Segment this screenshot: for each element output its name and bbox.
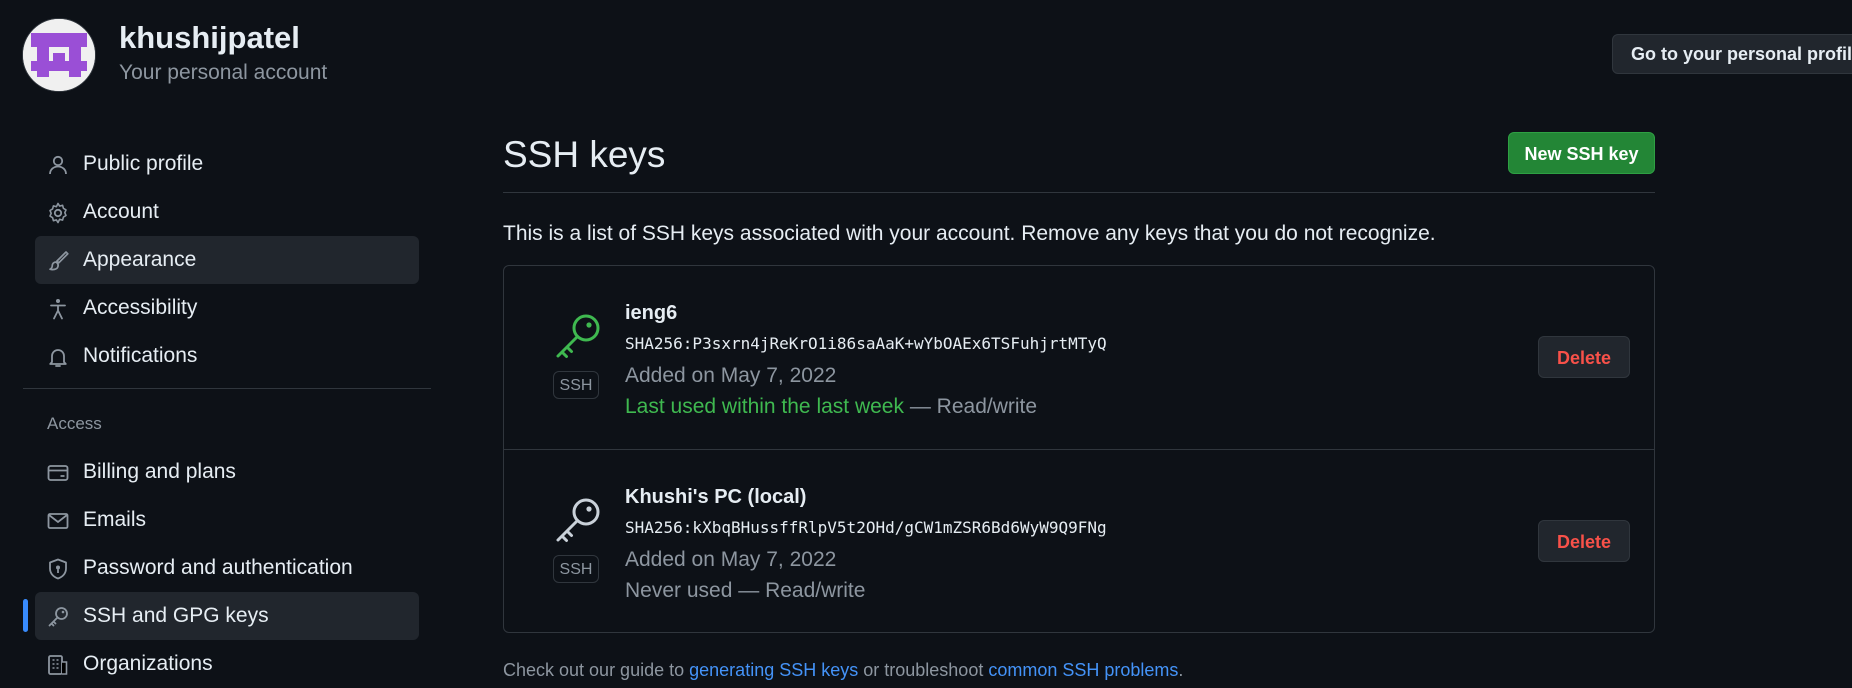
footer-prefix: Check out our guide to [503,660,685,680]
account-subtitle: Your personal account [119,61,328,84]
key-usage: Last used within the last week — Read/wr… [625,395,1037,419]
key-icon [556,498,600,542]
avatar[interactable] [22,18,96,92]
bell-icon [49,349,67,367]
key-title: Khushi's PC (local) [625,486,807,508]
key-access: — Read/write [909,395,1038,418]
sidebar-item-label: Password and authentication [83,556,353,579]
key-fingerprint: SHA256:P3sxrn4jReKrO1i86saAaK+wYbOAEx6TS… [625,334,1107,353]
new-ssh-key-button[interactable]: New SSH key [1508,132,1655,174]
key-added-date: Added on May 7, 2022 [625,548,837,571]
common-ssh-problems-link[interactable]: common SSH problems [988,660,1178,680]
sidebar-item-label: Account [83,200,159,223]
footer-suffix: . [1178,660,1184,680]
account-username[interactable]: khushijpatel [119,20,300,56]
gear-icon [49,202,67,224]
sidebar-item-billing[interactable]: Billing and plans [35,448,419,496]
key-access: — Read/write [738,579,866,602]
key-last-used: Last used within the last week [625,395,904,418]
sidebar-item-label: Notifications [83,344,198,367]
help-footer: Check out our guide to generating SSH ke… [503,660,1183,681]
sidebar-item-label: SSH and GPG keys [83,604,269,627]
sidebar-item-emails[interactable]: Emails [35,496,419,544]
sidebar-item-label: Emails [83,508,147,531]
sidebar-item-appearance[interactable]: Appearance [35,236,419,284]
sidebar-item-accessibility[interactable]: Accessibility [35,284,419,332]
avatar-identicon [23,19,95,91]
sidebar-item-label: Organizations [83,652,213,675]
sidebar-item-notifications[interactable]: Notifications [35,332,419,380]
ssh-key-row: SSH ieng6 SHA256:P3sxrn4jReKrO1i86saAaK+… [504,266,1654,449]
shield-lock-icon [49,558,67,580]
key-added-date: Added on May 7, 2022 [625,364,837,387]
footer-middle: or troubleshoot [863,660,984,680]
intro-text: This is a list of SSH keys associated wi… [503,222,1436,245]
key-fingerprint: SHA256:kXbqBHussffRlpV5t2OHd/gCW1mZSR6Bd… [625,518,1107,537]
go-to-profile-button[interactable]: Go to your personal profile [1612,34,1852,74]
organization-icon [48,655,68,675]
sidebar-item-label: Billing and plans [83,460,236,483]
sidebar-divider [23,388,431,389]
credit-card-icon [47,465,69,481]
page-title: SSH keys [503,134,666,175]
ssh-badge: SSH [553,555,599,583]
sidebar-item-password[interactable]: Password and authentication [35,544,419,592]
sidebar-item-label: Appearance [83,248,197,271]
accessibility-icon [50,299,66,320]
sidebar-item-label: Public profile [83,152,204,175]
ssh-key-row: SSH Khushi's PC (local) SHA256:kXbqBHuss… [504,449,1654,633]
key-last-used: Never used [625,579,733,602]
sidebar-item-label: Accessibility [83,296,198,319]
key-title: ieng6 [625,302,678,324]
ssh-badge: SSH [553,371,599,399]
active-nav-indicator [23,599,28,632]
person-icon [49,155,67,175]
key-icon [48,607,68,627]
delete-key-button[interactable]: Delete [1538,520,1630,562]
key-usage: Never used — Read/write [625,579,865,603]
delete-key-button[interactable]: Delete [1538,336,1630,378]
title-divider [503,192,1655,193]
ssh-keys-list: SSH ieng6 SHA256:P3sxrn4jReKrO1i86saAaK+… [503,265,1655,633]
sidebar-item-account[interactable]: Account [35,188,419,236]
mail-icon [47,513,69,529]
sidebar-item-public-profile[interactable]: Public profile [35,140,419,188]
sidebar-group-title: Access [47,414,102,433]
sidebar-item-organizations[interactable]: Organizations [35,640,419,688]
paintbrush-icon [49,251,69,271]
generating-ssh-keys-link[interactable]: generating SSH keys [689,660,858,680]
key-icon [556,314,600,358]
sidebar-item-ssh-gpg-keys[interactable]: SSH and GPG keys [35,592,419,640]
